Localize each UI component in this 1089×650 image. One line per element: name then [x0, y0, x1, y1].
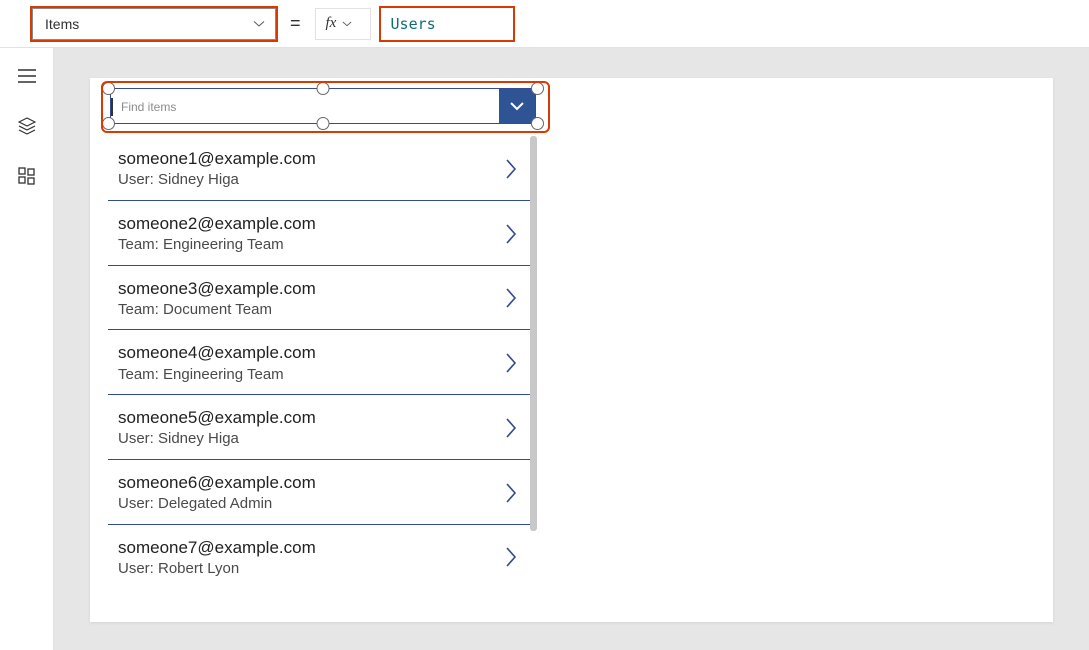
canvas-area: Find items	[54, 48, 1089, 650]
result-email: someone1@example.com	[118, 148, 496, 169]
canvas[interactable]: Find items	[90, 78, 1053, 622]
result-subtitle: User: Delegated Admin	[118, 494, 496, 514]
list-item[interactable]: someone4@example.com Team: Engineering T…	[108, 330, 530, 395]
result-subtitle: Team: Engineering Team	[118, 365, 496, 385]
result-email: someone4@example.com	[118, 342, 496, 363]
main-area: Find items	[0, 48, 1089, 650]
result-subtitle: User: Robert Lyon	[118, 559, 496, 579]
chevron-right-icon	[504, 546, 522, 568]
equals-sign: =	[286, 13, 305, 34]
formula-expression: Users	[391, 15, 436, 33]
chevron-right-icon	[504, 417, 522, 439]
result-subtitle: User: Sidney Higa	[118, 170, 496, 190]
resize-handle[interactable]	[102, 82, 115, 95]
formula-input[interactable]: Users	[381, 8, 513, 40]
combobox-placeholder: Find items	[111, 98, 499, 116]
chevron-right-icon	[504, 352, 522, 374]
formula-bar: Items = fx Users	[0, 0, 1089, 48]
resize-handle[interactable]	[317, 117, 330, 130]
chevron-right-icon	[504, 223, 522, 245]
resize-handle[interactable]	[531, 82, 544, 95]
hamburger-icon[interactable]	[17, 66, 37, 86]
chevron-right-icon	[504, 482, 522, 504]
result-subtitle: Team: Engineering Team	[118, 235, 496, 255]
results-list: someone1@example.com User: Sidney Higa s…	[108, 136, 530, 601]
chevron-right-icon	[504, 287, 522, 309]
list-item[interactable]: someone2@example.com Team: Engineering T…	[108, 201, 530, 266]
result-email: someone2@example.com	[118, 213, 496, 234]
property-selector-label: Items	[45, 16, 79, 32]
left-rail	[0, 48, 54, 650]
resize-handle[interactable]	[102, 117, 115, 130]
fx-button[interactable]: fx	[315, 8, 371, 40]
list-item[interactable]: someone7@example.com User: Robert Lyon	[108, 525, 530, 589]
list-item[interactable]: someone6@example.com User: Delegated Adm…	[108, 460, 530, 525]
chevron-right-icon	[504, 158, 522, 180]
result-email: someone6@example.com	[118, 472, 496, 493]
grid-icon[interactable]	[17, 166, 37, 186]
chevron-down-icon	[342, 19, 352, 29]
chevron-down-icon	[253, 18, 265, 30]
fx-label: fx	[326, 15, 337, 32]
layers-icon[interactable]	[17, 116, 37, 136]
combobox-control[interactable]: Find items	[102, 82, 544, 130]
result-subtitle: User: Sidney Higa	[118, 429, 496, 449]
resize-handle[interactable]	[317, 82, 330, 95]
property-selector[interactable]: Items	[32, 8, 276, 40]
result-email: someone7@example.com	[118, 537, 496, 558]
resize-handle[interactable]	[531, 117, 544, 130]
combobox-dropdown-button[interactable]	[499, 89, 535, 123]
result-email: someone3@example.com	[118, 278, 496, 299]
list-item[interactable]: someone3@example.com Team: Document Team	[108, 266, 530, 331]
list-item[interactable]: someone1@example.com User: Sidney Higa	[108, 136, 530, 201]
result-subtitle: Team: Document Team	[118, 300, 496, 320]
list-item[interactable]: someone5@example.com User: Sidney Higa	[108, 395, 530, 460]
result-email: someone5@example.com	[118, 407, 496, 428]
scrollbar[interactable]	[530, 136, 537, 531]
